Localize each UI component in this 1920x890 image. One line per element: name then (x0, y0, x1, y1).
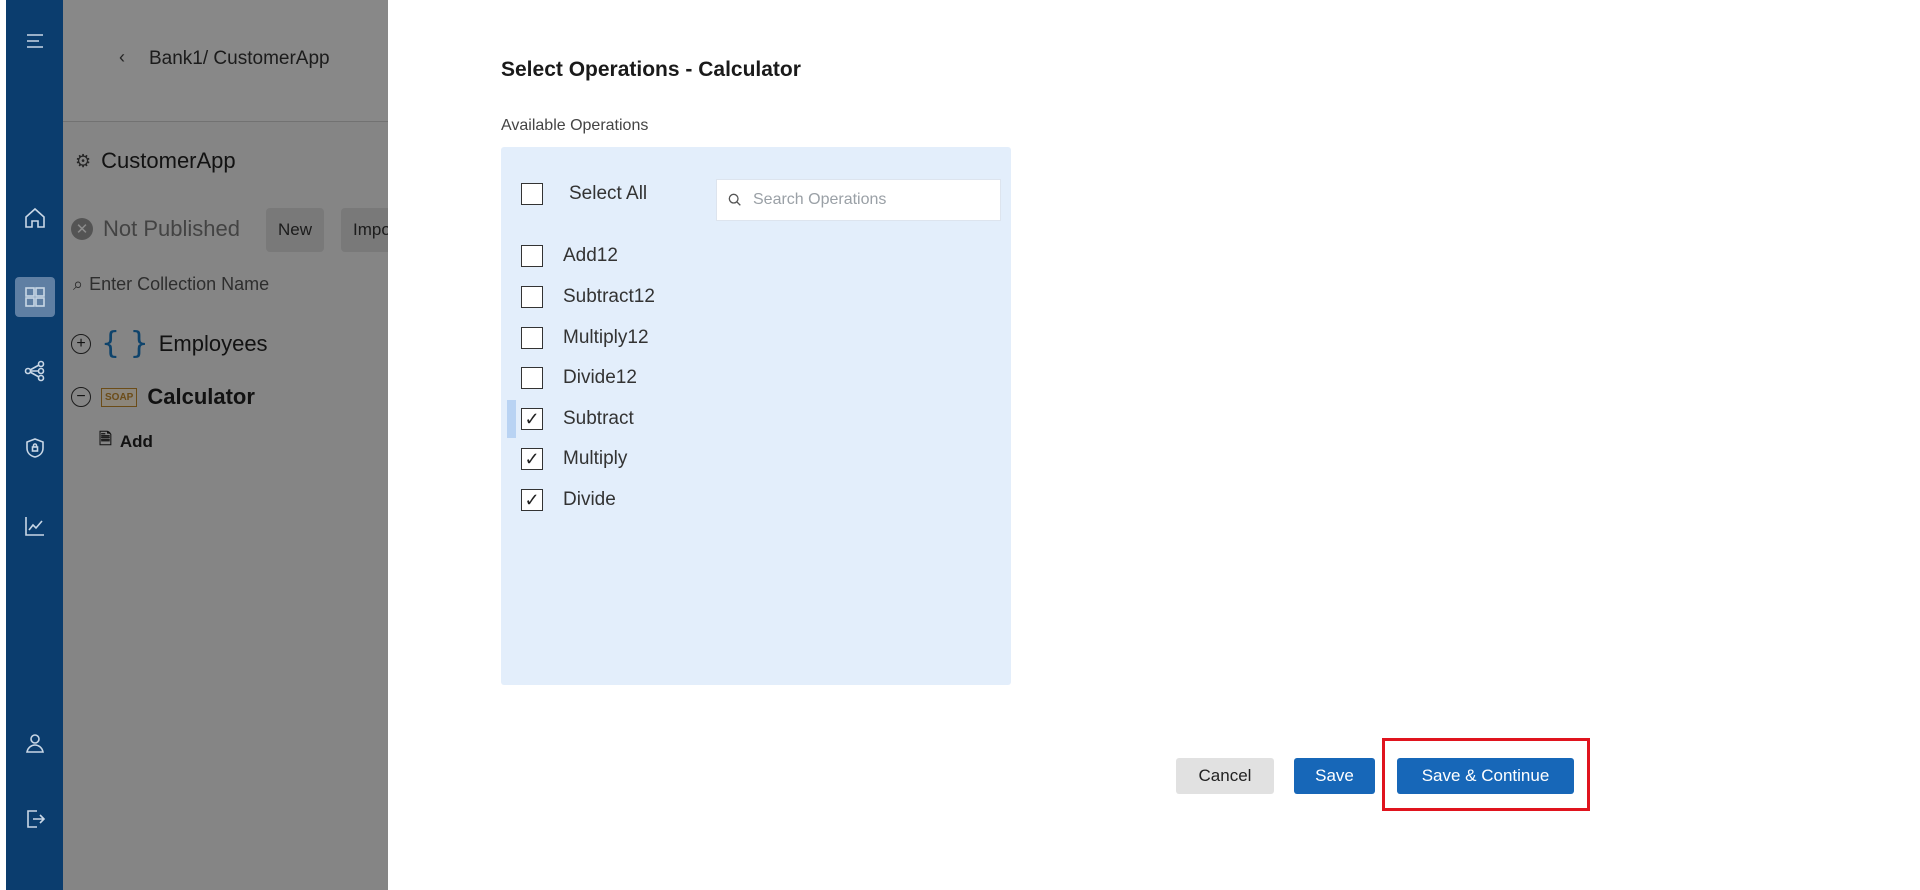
menu-icon[interactable] (20, 26, 50, 56)
highlight-box (1382, 738, 1590, 811)
operation-option[interactable]: Subtract12 (521, 286, 655, 308)
analytics-icon[interactable] (20, 511, 50, 541)
operation-label: Divide (563, 489, 616, 510)
share-icon[interactable] (20, 356, 50, 386)
cancel-button[interactable]: Cancel (1176, 758, 1274, 794)
search-icon (728, 193, 741, 206)
operation-option[interactable]: ✓ Subtract (521, 408, 634, 430)
save-button[interactable]: Save (1294, 758, 1375, 794)
nav-rail (6, 0, 63, 890)
select-all-label: Select All (569, 183, 648, 204)
checkbox[interactable] (521, 327, 543, 349)
checked-checkbox[interactable]: ✓ (521, 448, 543, 470)
operation-option[interactable]: Divide12 (521, 367, 637, 389)
select-all-checkbox[interactable] (521, 183, 543, 205)
select-all-row[interactable]: Select All (521, 183, 647, 205)
modal-overlay (63, 0, 388, 890)
checked-checkbox[interactable]: ✓ (521, 408, 543, 430)
operation-label: Multiply (563, 448, 628, 469)
operations-panel: Select All Add12 Subtract12 Multiply12 Divi… (501, 147, 1011, 685)
modal-title: Select Operations - Calculator (501, 58, 801, 81)
search-operations-input[interactable] (753, 191, 993, 209)
focus-indicator (507, 400, 516, 438)
shield-icon[interactable] (20, 433, 50, 463)
operation-label: Multiply12 (563, 327, 649, 348)
checkbox[interactable] (521, 367, 543, 389)
home-icon[interactable] (20, 203, 50, 233)
app-root: ‹ Bank1/ CustomerApp ⚙ CustomerApp ✕ Not… (0, 0, 1920, 890)
operation-option[interactable]: Add12 (521, 245, 618, 267)
operation-label: Subtract12 (563, 286, 655, 307)
operation-option[interactable]: ✓ Divide (521, 489, 616, 511)
operation-label: Divide12 (563, 367, 637, 388)
select-operations-modal: Select Operations - Calculator Available… (388, 0, 1914, 890)
checkbox[interactable] (521, 286, 543, 308)
checked-checkbox[interactable]: ✓ (521, 489, 543, 511)
operation-option[interactable]: ✓ Multiply (521, 448, 627, 470)
operation-label: Add12 (563, 245, 618, 266)
operations-search[interactable] (716, 179, 1001, 221)
dashboard-icon[interactable] (15, 277, 55, 317)
section-label: Available Operations (501, 117, 649, 134)
logout-icon[interactable] (20, 804, 50, 834)
operation-label: Subtract (563, 408, 634, 429)
user-icon[interactable] (20, 728, 50, 758)
operation-option[interactable]: Multiply12 (521, 327, 649, 349)
checkbox[interactable] (521, 245, 543, 267)
